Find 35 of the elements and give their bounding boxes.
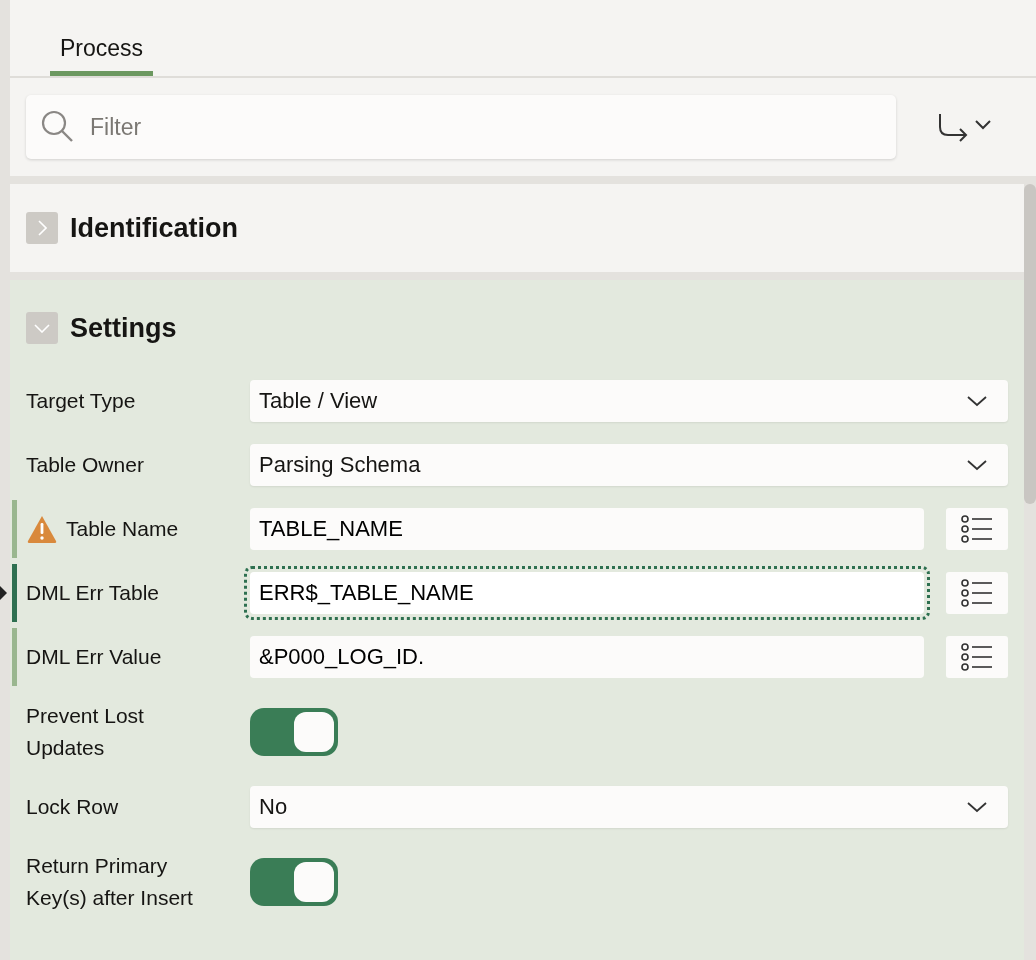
list-icon <box>959 577 995 609</box>
caret-icon <box>966 394 988 408</box>
field-label: Table Owner <box>26 452 144 478</box>
field-label: DML Err Value <box>26 644 162 670</box>
text-field[interactable]: &P000_LOG_ID. <box>250 636 924 678</box>
expand-toggle-button[interactable] <box>26 312 58 344</box>
filter-field[interactable]: Filter <box>26 95 896 159</box>
current-row-pointer-icon <box>0 586 7 600</box>
list-button[interactable] <box>946 508 1008 550</box>
field-label: Table Name <box>66 516 179 542</box>
list-button[interactable] <box>946 636 1008 678</box>
field-label: Prevent Lost Updates <box>26 703 145 761</box>
caret-icon <box>966 800 988 814</box>
section-title: Settings <box>70 312 177 344</box>
list-icon <box>959 513 995 545</box>
toggle-switch[interactable] <box>250 858 338 906</box>
toggle-switch[interactable] <box>250 708 338 756</box>
select-field[interactable]: Table / View <box>250 380 1008 422</box>
chevron-right-icon <box>37 220 47 236</box>
select-field[interactable]: Parsing Schema <box>250 444 1008 486</box>
list-button[interactable] <box>946 572 1008 614</box>
field-label: Target Type <box>26 388 136 414</box>
caret-icon <box>966 458 988 472</box>
text-field[interactable]: ERR$_TABLE_NAME <box>250 572 924 614</box>
tab[interactable]: Process <box>50 0 154 76</box>
field-label: DML Err Table <box>26 580 160 606</box>
text-field[interactable]: TABLE_NAME <box>250 508 924 550</box>
list-icon <box>959 641 995 673</box>
section-title: Identification <box>70 212 238 244</box>
select-field[interactable]: No <box>250 786 1008 828</box>
field-label: Return Primary Key(s) after Insert <box>26 853 194 911</box>
expand-toggle-button[interactable] <box>26 212 58 244</box>
chevron-down-icon <box>34 323 50 333</box>
field-label: Lock Row <box>26 794 119 820</box>
scrollbar-thumb[interactable] <box>1024 184 1036 504</box>
